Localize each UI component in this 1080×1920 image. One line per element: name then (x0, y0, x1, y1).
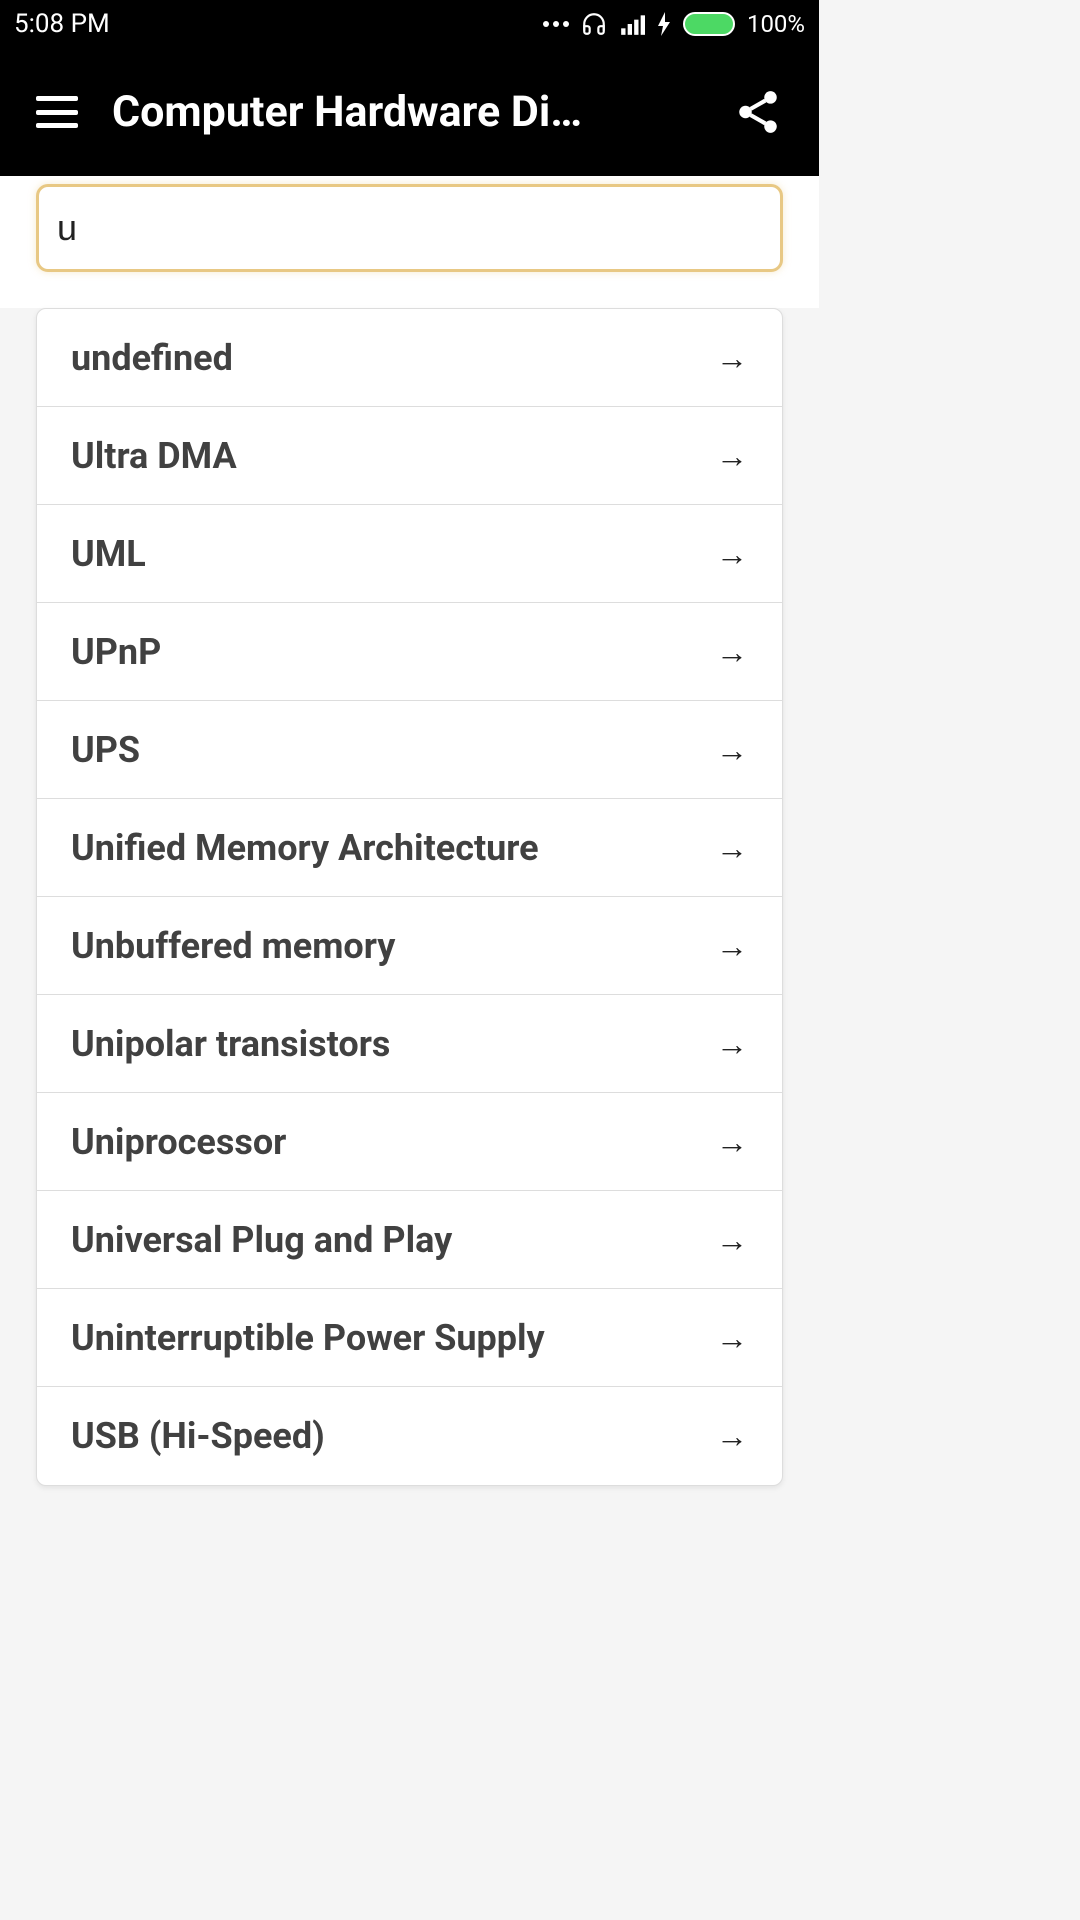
list-item-label: undefined (71, 337, 233, 379)
list-item-label: Unipolar transistors (71, 1023, 390, 1065)
status-bar: 5:08 PM 100% (0, 0, 819, 48)
list-item-label: UML (71, 533, 146, 575)
charging-icon (657, 12, 671, 36)
battery-icon (683, 12, 735, 36)
list-item-label: Unified Memory Architecture (71, 827, 539, 869)
arrow-right-icon: → (716, 1319, 748, 1357)
list-item[interactable]: UPnP → (37, 603, 782, 701)
list-item[interactable]: Unipolar transistors → (37, 995, 782, 1093)
app-title: Computer Hardware Di… (112, 87, 699, 137)
arrow-right-icon: → (716, 535, 748, 573)
list-item-label: Universal Plug and Play (71, 1219, 452, 1261)
arrow-right-icon: → (716, 829, 748, 867)
arrow-right-icon: → (716, 633, 748, 671)
arrow-right-icon: → (716, 339, 748, 377)
list-item[interactable]: Ultra DMA → (37, 407, 782, 505)
status-time: 5:08 PM (14, 9, 110, 39)
list-item-label: Ultra DMA (71, 435, 237, 477)
search-container (0, 176, 819, 308)
list-item[interactable]: UPS → (37, 701, 782, 799)
list-item[interactable]: USB (Hi-Speed) → (37, 1387, 782, 1485)
search-input[interactable] (39, 187, 780, 269)
search-wrapper (36, 184, 783, 272)
more-icon (543, 21, 569, 27)
results-list: undefined → Ultra DMA → UML → UPnP → UPS… (36, 308, 783, 1486)
list-item[interactable]: Unbuffered memory → (37, 897, 782, 995)
headphones-icon (581, 11, 607, 37)
arrow-right-icon: → (716, 731, 748, 769)
share-icon[interactable] (733, 84, 783, 140)
list-item-label: UPS (71, 729, 140, 771)
list-item[interactable]: undefined → (37, 309, 782, 407)
signal-icon (619, 11, 645, 37)
arrow-right-icon: → (716, 927, 748, 965)
status-indicators: 100% (543, 10, 805, 38)
arrow-right-icon: → (716, 437, 748, 475)
list-item[interactable]: UML → (37, 505, 782, 603)
menu-icon[interactable] (36, 96, 78, 128)
list-item-label: USB (Hi-Speed) (71, 1415, 325, 1457)
arrow-right-icon: → (716, 1025, 748, 1063)
arrow-right-icon: → (716, 1123, 748, 1161)
list-item-label: Unbuffered memory (71, 925, 395, 967)
list-item[interactable]: Uniprocessor → (37, 1093, 782, 1191)
list-item[interactable]: Universal Plug and Play → (37, 1191, 782, 1289)
list-item[interactable]: Uninterruptible Power Supply → (37, 1289, 782, 1387)
list-item[interactable]: Unified Memory Architecture → (37, 799, 782, 897)
app-bar: Computer Hardware Di… (0, 48, 819, 176)
battery-percent: 100% (747, 10, 805, 38)
list-item-label: Uninterruptible Power Supply (71, 1317, 545, 1359)
list-item-label: UPnP (71, 631, 161, 673)
list-item-label: Uniprocessor (71, 1121, 286, 1163)
arrow-right-icon: → (716, 1221, 748, 1259)
arrow-right-icon: → (716, 1417, 748, 1455)
